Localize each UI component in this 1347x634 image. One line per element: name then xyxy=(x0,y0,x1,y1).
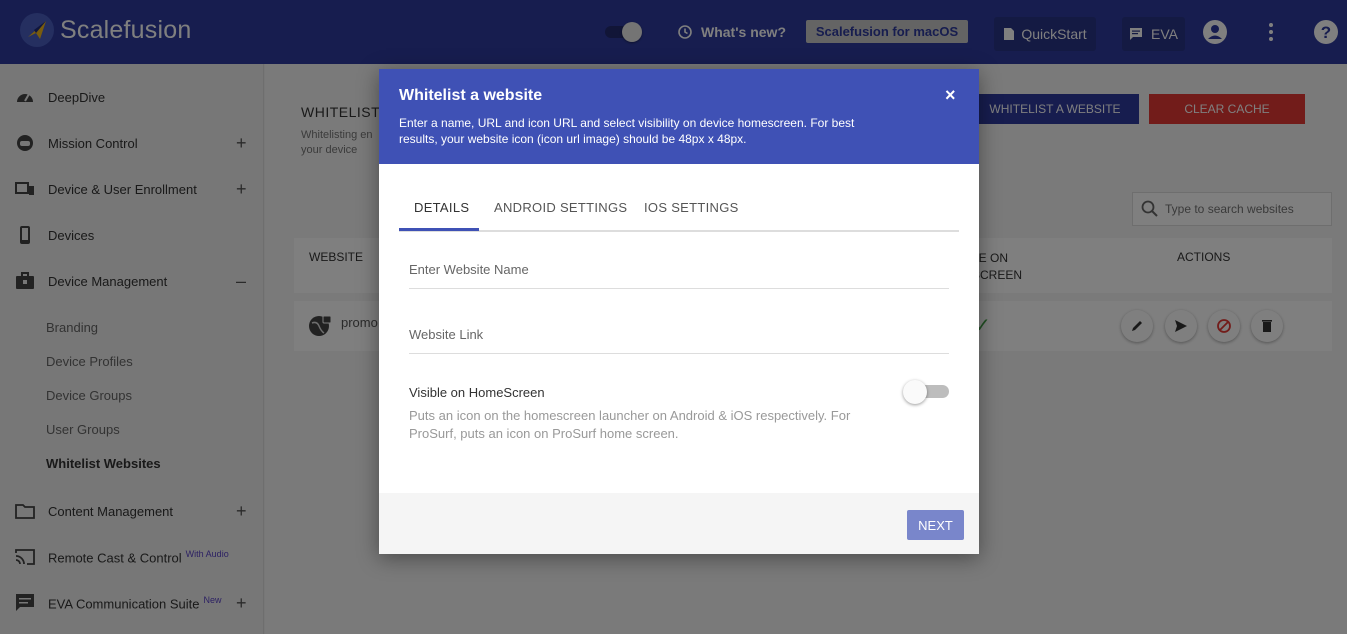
dialog-header: Whitelist a website Enter a name, URL an… xyxy=(379,69,979,164)
visible-homescreen-toggle[interactable] xyxy=(903,379,951,404)
close-icon[interactable]: × xyxy=(945,85,956,106)
tab-android-settings[interactable]: ANDROID SETTINGS xyxy=(494,200,627,215)
active-tab-indicator xyxy=(399,228,479,231)
tab-ios-settings[interactable]: IOS SETTINGS xyxy=(644,200,739,215)
whitelist-website-dialog: Whitelist a website Enter a name, URL an… xyxy=(379,69,979,554)
website-name-field xyxy=(409,253,949,289)
dialog-subtitle: Enter a name, URL and icon URL and selec… xyxy=(399,116,855,146)
website-link-input[interactable] xyxy=(409,322,949,346)
visible-homescreen-label: Visible on HomeScreen xyxy=(409,385,545,400)
dialog-title: Whitelist a website xyxy=(399,87,543,104)
dialog-footer: NEXT xyxy=(379,493,979,554)
website-name-input[interactable] xyxy=(409,257,949,281)
dialog-tabs: DETAILS ANDROID SETTINGS IOS SETTINGS xyxy=(399,187,959,232)
visible-homescreen-description: Puts an icon on the homescreen launcher … xyxy=(409,408,851,441)
next-button[interactable]: NEXT xyxy=(907,510,964,540)
tab-details[interactable]: DETAILS xyxy=(414,200,469,215)
website-link-field xyxy=(409,318,949,354)
